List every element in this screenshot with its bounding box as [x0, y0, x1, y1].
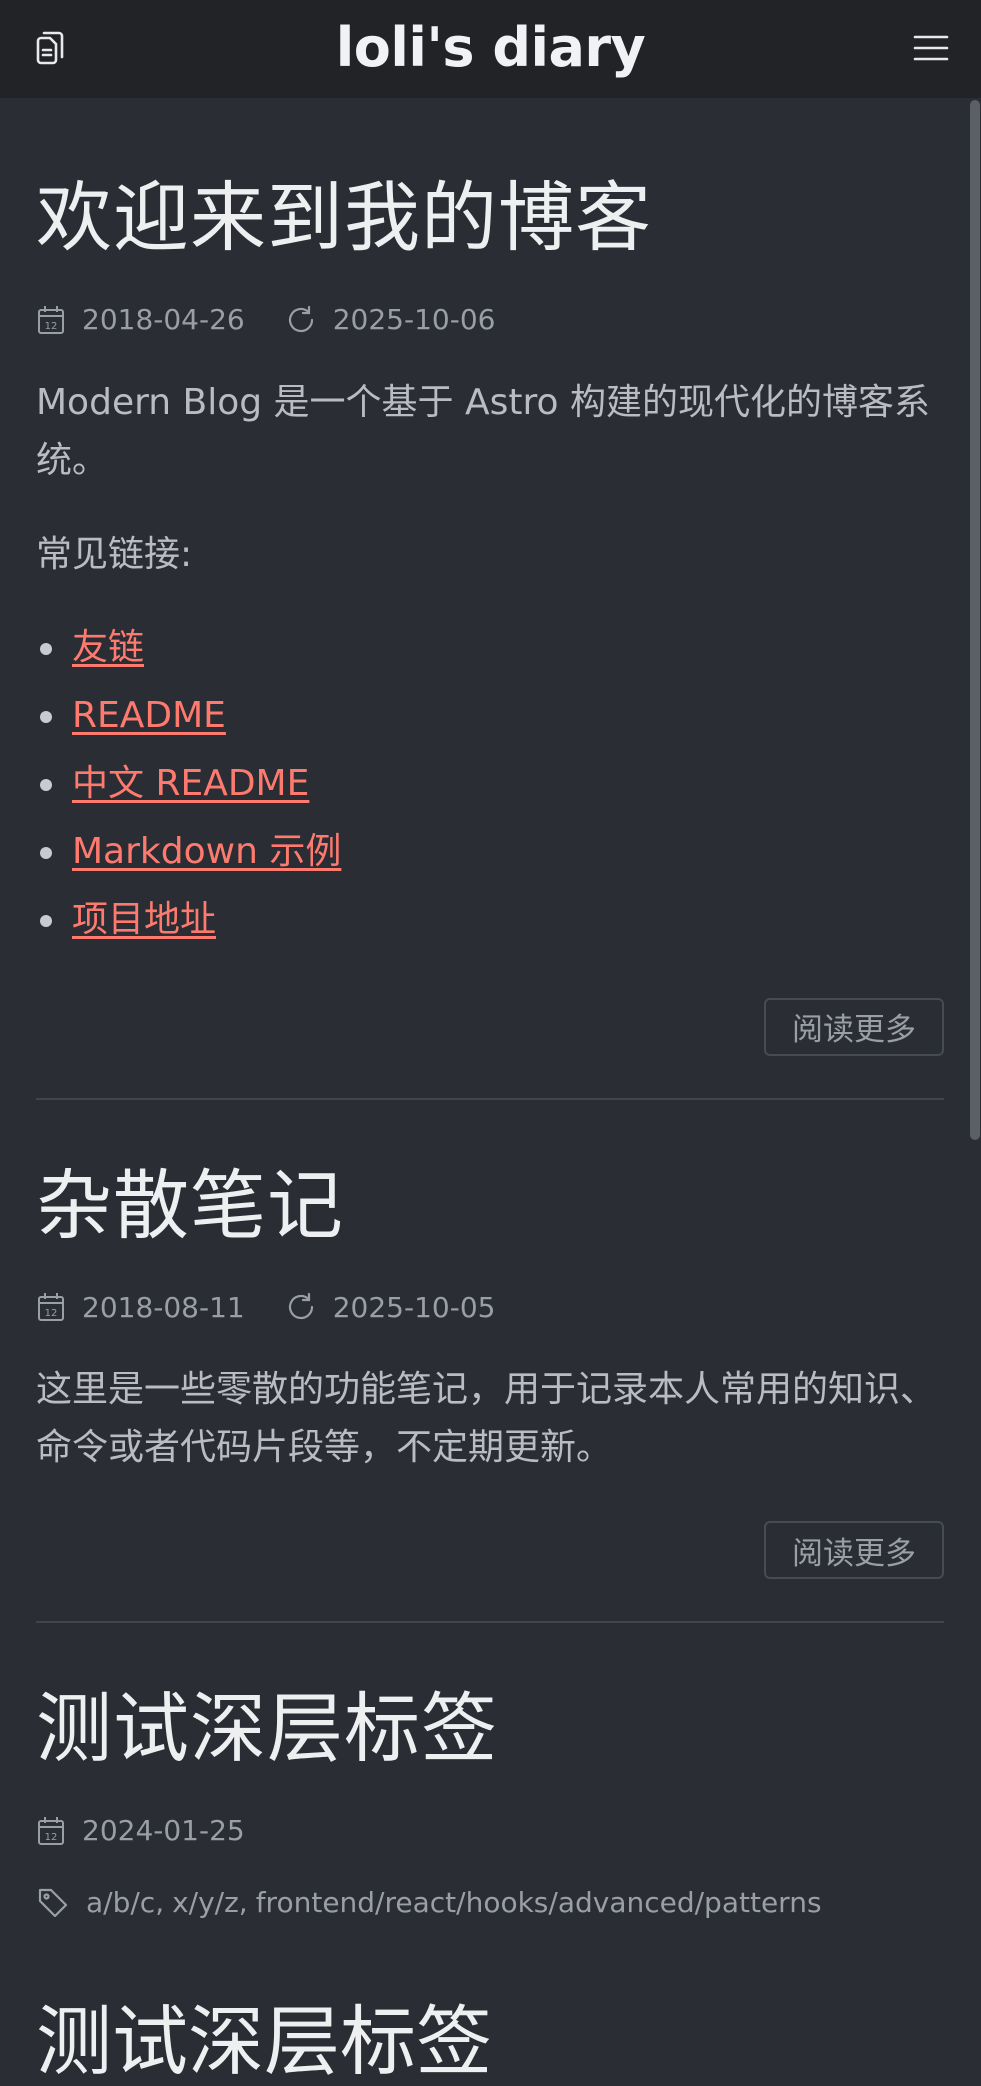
- document-icon[interactable]: [29, 27, 71, 69]
- post-tags: a/b/c, x/y/z, frontend/react/hooks/advan…: [36, 1883, 944, 1923]
- refresh-icon: [288, 1293, 313, 1320]
- post-excerpt: 这里是一些零散的功能笔记，用于记录本人常用的知识、命令或者代码片段等，不定期更新…: [36, 1369, 937, 1469]
- published-date: 12 2024-01-25: [36, 1814, 245, 1847]
- post-card: 测试深层标签 12 2024-01-25 a/b/c, x/y/z, front…: [36, 1623, 944, 1965]
- link-project[interactable]: 项目地址: [72, 899, 216, 940]
- post-meta: 12 2018-04-26 2025-10-06: [36, 300, 944, 340]
- tag-link[interactable]: a/b/c,: [86, 1886, 164, 1919]
- link-markdown-example[interactable]: Markdown 示例: [72, 831, 341, 872]
- post-card: 欢迎来到我的博客 12 2018-04-26 2025-10-06 Modern…: [36, 98, 944, 1100]
- read-more-button[interactable]: 阅读更多: [764, 997, 944, 1056]
- published-date: 12 2018-04-26: [36, 303, 245, 336]
- site-title[interactable]: loli's diary: [336, 21, 646, 75]
- svg-text:12: 12: [45, 1308, 58, 1319]
- post-title[interactable]: 杂散笔记: [36, 1100, 944, 1248]
- top-bar: loli's diary: [0, 0, 981, 98]
- scrollbar-thumb[interactable]: [970, 100, 980, 1140]
- list-item: 项目地址: [36, 886, 944, 954]
- links-heading: 常见链接:: [36, 533, 193, 575]
- post-meta: 12 2024-01-25: [36, 1811, 944, 1851]
- post-title-partial[interactable]: 测试深层标签: [36, 2000, 492, 2084]
- svg-text:12: 12: [45, 321, 58, 332]
- tag-link[interactable]: frontend/react/hooks/advanced/patterns: [256, 1886, 822, 1919]
- refresh-icon: [288, 305, 313, 332]
- calendar-icon: 12: [38, 305, 64, 334]
- tag-link[interactable]: x/y/z,: [172, 1886, 248, 1919]
- post-card: 杂散笔记 12 2018-08-11 2025-10-05 这里是一些零散的功能…: [36, 1100, 944, 1624]
- read-more-button[interactable]: 阅读更多: [764, 1521, 944, 1580]
- post-meta: 12 2018-08-11 2025-10-05: [36, 1287, 944, 1327]
- list-item: README: [36, 682, 944, 750]
- tag-icon: [38, 1888, 68, 1917]
- post-excerpt: Modern Blog 是一个基于 Astro 构建的现代化的博客系统。: [36, 381, 930, 481]
- list-item: 友链: [36, 614, 944, 682]
- link-readme[interactable]: README: [72, 695, 226, 736]
- menu-icon[interactable]: [910, 27, 952, 69]
- svg-text:12: 12: [45, 1832, 58, 1843]
- list-item: Markdown 示例: [36, 818, 944, 886]
- list-item: 中文 README: [36, 750, 944, 818]
- updated-date: 2025-10-06: [285, 303, 495, 336]
- calendar-icon: 12: [38, 1293, 64, 1322]
- links-list: 友链 README 中文 README Markdown 示例 项目地址: [36, 614, 944, 954]
- calendar-icon: 12: [38, 1816, 64, 1845]
- link-readme-zh[interactable]: 中文 README: [72, 763, 309, 804]
- updated-date: 2025-10-05: [285, 1291, 495, 1324]
- published-date: 12 2018-08-11: [36, 1291, 245, 1324]
- post-list: 欢迎来到我的博客 12 2018-04-26 2025-10-06 Modern…: [36, 98, 944, 1965]
- link-friends[interactable]: 友链: [72, 627, 144, 668]
- post-title[interactable]: 测试深层标签: [36, 1623, 944, 1771]
- post-title[interactable]: 欢迎来到我的博客: [36, 98, 944, 260]
